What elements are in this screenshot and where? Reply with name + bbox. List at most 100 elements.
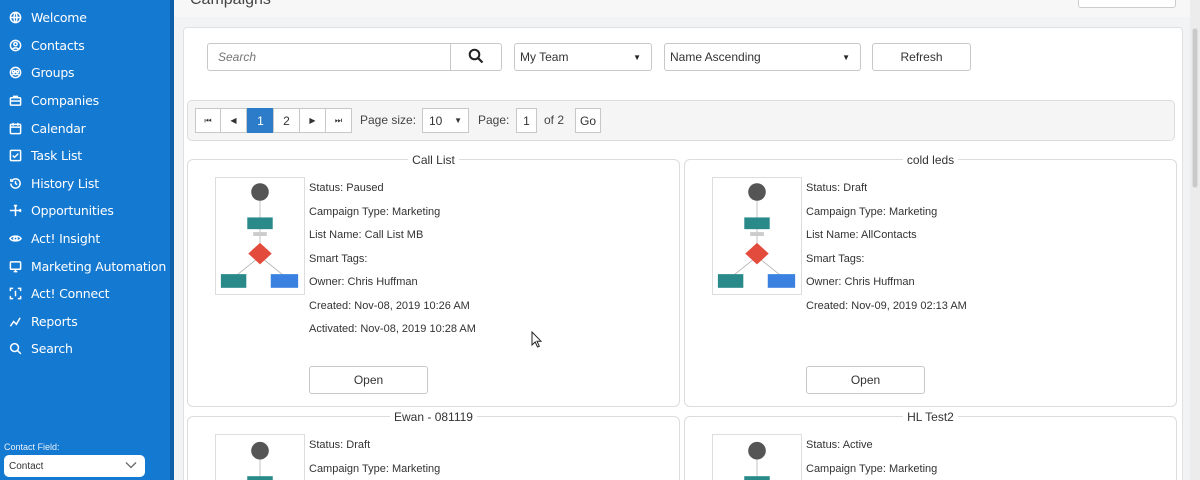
page-count: of 2 — [544, 113, 565, 127]
sidebar-item-opportunities[interactable]: Opportunities — [0, 197, 170, 225]
campaign-card: cold leds Status: Draft Campaign Type: M… — [684, 153, 1177, 407]
campaign-flow-thumbnail[interactable] — [215, 177, 305, 295]
monitor-icon — [8, 259, 22, 273]
contact-field-select[interactable]: Contact — [4, 455, 145, 477]
page-label: Page: — [478, 113, 510, 127]
building-icon — [8, 94, 22, 108]
group-icon — [8, 66, 22, 80]
search-input[interactable] — [208, 44, 450, 70]
person-icon — [8, 38, 22, 52]
page-size-select[interactable]: 10 ▼ — [422, 108, 469, 133]
mouse-cursor-icon — [531, 330, 543, 351]
campaign-created: Created: Nov-09, 2019 02:13 AM — [806, 299, 967, 312]
campaign-card: Call List Status: Paused Campaign Type: … — [187, 153, 680, 407]
header-action-button[interactable] — [1078, 0, 1176, 8]
prev-page-button[interactable]: ◀ — [220, 108, 247, 133]
scrollbar-thumb[interactable] — [1192, 28, 1198, 188]
last-page-icon: ⏭ — [334, 115, 343, 125]
campaign-type: Campaign Type: Marketing — [806, 205, 938, 218]
sidebar-item-task-list[interactable]: Task List — [0, 142, 170, 170]
page-button-2[interactable]: 2 — [273, 108, 300, 133]
first-page-button[interactable]: ⏮ — [195, 108, 221, 133]
calendar-icon — [8, 121, 22, 135]
search-icon — [8, 342, 22, 356]
search-button[interactable] — [450, 44, 501, 70]
page-input[interactable]: 1 — [516, 108, 537, 133]
open-button[interactable]: Open — [806, 366, 925, 394]
sidebar-item-groups[interactable]: Groups — [0, 59, 170, 87]
contact-field-label: Contact Field: — [4, 442, 60, 452]
top-bar — [174, 0, 1190, 17]
campaign-title: cold leds — [685, 153, 1176, 167]
sidebar-item-welcome[interactable]: Welcome — [0, 4, 170, 32]
go-button[interactable]: Go — [575, 108, 601, 133]
opportunities-icon — [8, 204, 22, 218]
sort-select[interactable]: Name Ascending ▼ — [664, 43, 861, 71]
campaign-status: Status: Draft — [309, 439, 371, 451]
campaign-type: Campaign Type: Marketing — [309, 462, 441, 475]
search-box — [207, 43, 502, 71]
campaign-flow-thumbnail[interactable] — [712, 434, 802, 480]
campaign-smart-tags: Smart Tags: — [806, 252, 865, 265]
caret-down-icon: ▼ — [454, 116, 462, 125]
campaign-flow-thumbnail[interactable] — [712, 177, 802, 295]
sidebar-item-act-connect[interactable]: Act! Connect — [0, 280, 170, 308]
caret-down-icon: ▼ — [842, 52, 850, 62]
campaign-activated: Activated: Nov-08, 2019 10:28 AM — [309, 323, 476, 335]
campaign-created: Created: Nov-08, 2019 10:26 AM — [309, 299, 470, 312]
sidebar: Welcome Contacts Groups Companies Calend… — [0, 0, 170, 480]
sidebar-item-marketing-automation[interactable]: Marketing Automation — [0, 252, 170, 280]
page-button-1[interactable]: 1 — [247, 108, 274, 133]
chart-line-icon — [8, 314, 22, 328]
campaign-type: Campaign Type: Marketing — [309, 205, 441, 218]
globe-icon — [8, 11, 22, 25]
team-select[interactable]: My Team ▼ — [514, 43, 652, 71]
sidebar-item-companies[interactable]: Companies — [0, 87, 170, 115]
last-page-button[interactable]: ⏭ — [325, 108, 352, 133]
campaign-list-name: List Name: AllContacts — [806, 229, 917, 241]
campaign-details: Status: Draft Campaign Type: Marketing — [309, 434, 440, 480]
contact-field: Contact Field: Contact — [4, 442, 145, 477]
campaign-title: HL Test2 — [685, 410, 1176, 424]
next-page-button[interactable]: ▶ — [299, 108, 326, 133]
campaign-owner: Owner: Chris Huffman — [309, 276, 418, 288]
sidebar-item-reports[interactable]: Reports — [0, 308, 170, 336]
contact-field-value: Contact — [9, 460, 44, 472]
campaign-title: Call List — [188, 153, 679, 167]
sidebar-edge — [170, 0, 174, 480]
campaign-flow-thumbnail[interactable] — [215, 434, 305, 480]
campaign-type: Campaign Type: Marketing — [806, 462, 938, 475]
checkbox-icon — [8, 149, 22, 163]
eye-icon — [8, 232, 22, 246]
history-icon — [8, 176, 22, 190]
sidebar-item-contacts[interactable]: Contacts — [0, 32, 170, 60]
campaign-owner: Owner: Chris Huffman — [806, 276, 915, 288]
campaign-details: Status: Paused Campaign Type: Marketing … — [309, 177, 476, 342]
caret-down-icon: ▼ — [633, 52, 641, 62]
campaign-title: Ewan - 081119 — [188, 410, 679, 424]
refresh-button[interactable]: Refresh — [872, 43, 971, 71]
chevron-down-icon — [125, 461, 137, 472]
campaign-list-name: List Name: Call List MB — [309, 229, 424, 241]
sidebar-item-history-list[interactable]: History List — [0, 170, 170, 198]
connect-icon — [8, 287, 22, 301]
campaign-details: Status: Active Campaign Type: Marketing — [806, 434, 937, 480]
open-button[interactable]: Open — [309, 366, 428, 394]
sidebar-item-search[interactable]: Search — [0, 335, 170, 363]
prev-page-icon: ◀ — [230, 116, 237, 125]
sidebar-item-calendar[interactable]: Calendar — [0, 114, 170, 142]
sidebar-item-act-insight[interactable]: Act! Insight — [0, 225, 170, 253]
sort-select-value: Name Ascending — [670, 50, 761, 64]
team-select-value: My Team — [520, 50, 569, 64]
first-page-icon: ⏮ — [204, 115, 212, 125]
page-size-value: 10 — [429, 113, 443, 128]
page-title: Campaigns — [190, 0, 271, 9]
campaign-status: Status: Active — [806, 439, 873, 451]
campaign-smart-tags: Smart Tags: — [309, 252, 368, 265]
campaign-status: Status: Paused — [309, 182, 384, 194]
campaign-status: Status: Draft — [806, 182, 868, 194]
campaign-card: HL Test2 Status: Active Campaign Type: M… — [684, 410, 1177, 480]
campaign-card: Ewan - 081119 Status: Draft Campaign Typ… — [187, 410, 680, 480]
scrollbar[interactable] — [1190, 0, 1200, 480]
page-size-label: Page size: — [360, 113, 417, 127]
